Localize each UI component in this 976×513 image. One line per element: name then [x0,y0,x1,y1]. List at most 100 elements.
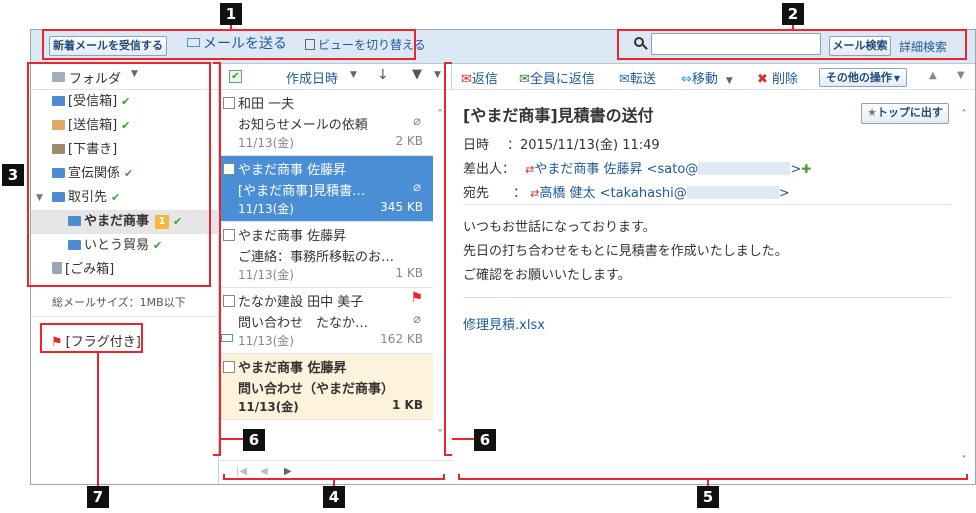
mail-size: 2 KB [395,134,423,148]
mail-checkbox[interactable] [223,97,235,109]
annotation-label-4: 4 [323,486,345,508]
reply-label: 返信 [471,72,498,87]
reply-button[interactable]: ✉返信 [461,68,498,87]
mail-checkbox[interactable] [223,295,235,307]
to-address-link[interactable]: 高橋 健太 <takahashi@ [539,186,686,201]
chevron-up-icon[interactable]: ˆ [437,108,443,122]
annotation-label-7: 7 [87,486,109,508]
chevron-down-icon[interactable]: ▼ [434,70,441,80]
chevron-down-icon: ▼ [893,74,901,83]
mail-size: 345 KB [380,200,423,214]
annotation-label-3: 3 [2,164,24,186]
mail-sender: やまだ商事 佐藤昇 [238,361,347,376]
chevron-down-icon: ▼ [725,76,733,86]
divider [463,297,951,298]
forward-label: 転送 [629,72,656,87]
mail-subject: 問い合わせ（やまだ商事） [238,382,395,397]
date-label: 日時 [463,138,490,153]
mail-sender: やまだ商事 佐藤昇 [238,163,347,178]
annotation-line-1 [230,25,232,29]
flag-icon[interactable]: ⚑ [410,290,423,306]
delete-icon: ✖ [757,72,768,87]
mail-subject: [やまだ商事]見積書… [238,184,366,199]
other-operations-label: その他の操作 [825,71,892,84]
other-operations-button[interactable]: その他の操作 ▼ [819,68,907,87]
reply-all-button[interactable]: ✉全員に返信 [519,68,595,87]
annotation-line-7 [97,353,99,486]
mail-date: 11/13(金) [238,268,294,282]
reply-all-label: 全員に返信 [529,72,595,87]
annotation-line-6a [221,438,243,440]
annotation-box-2 [617,29,967,60]
annotation-line-2 [792,25,794,29]
mail-list-pager: |◀ ◀ ▶ [220,460,452,484]
sort-descending-icon[interactable]: ↓ [377,67,389,83]
forward-button[interactable]: ✉転送 [619,68,656,87]
from-label: 差出人： [463,162,516,177]
pin-to-top-label: トップに出す [876,106,943,119]
attachment-link[interactable]: 修理見積.xlsx [463,314,545,333]
mail-checkbox[interactable] [223,229,235,241]
filter-icon[interactable]: ▼ [412,67,422,82]
mail-list-item[interactable]: やまだ商事 佐藤昇 ご連絡：事務所移転のお… 11/13(金) 1 KB [220,222,433,288]
divider [31,316,219,317]
mail-subject: お知らせメールの依頼 [238,118,368,133]
mail-sender: 和田 一夫 [238,97,295,112]
annotation-box-3 [27,62,211,287]
chevron-down-icon[interactable]: ˇ [961,454,967,468]
chevron-up-icon[interactable]: ˆ [961,108,967,122]
mail-checkbox[interactable] [223,361,235,373]
annotation-label-5: 5 [697,486,719,508]
delete-button[interactable]: ✖ 削除 [757,68,798,87]
attachment-icon: ⌀ [413,114,421,129]
to-address-end: > [778,186,790,201]
mail-date-row: 日時 ：2015/11/13(金) 11:49 [463,134,660,153]
pin-to-top-button[interactable]: ★トップに出す [861,103,949,124]
mail-body: いつもお世話になっております。 先日の打ち合わせをもとに見積書を作成いたしました… [463,216,788,288]
reply-icon: ✉ [461,72,472,87]
to-label: 宛先 [463,186,490,201]
annotation-label-1: 1 [220,3,242,25]
contact-icon: ⇄ [525,163,535,176]
mail-list-item-selected[interactable]: やまだ商事 佐藤昇 [やまだ商事]見積書… ⌀ 11/13(金) 345 KB [220,156,433,222]
mail-subject-heading: [やまだ商事]見積書の送付 [463,106,654,125]
move-label: 移動 [691,72,718,87]
to-colon: ： [513,186,527,201]
mail-list-item[interactable]: たなか建設 田中 美子 ⚑ 問い合わせ たなか… ⌀ 11/13(金) 162 … [220,288,433,354]
mail-from-row: 差出人： ⇄やまだ商事 佐藤昇 <sato@ >✚ [463,158,811,177]
mail-list-item-unread[interactable]: やまだ商事 佐藤昇 問い合わせ（やまだ商事） 11/13(金) 1 KB [220,354,433,420]
divider [463,204,951,205]
next-mail-icon[interactable]: ▼ [957,70,965,81]
mail-date: 11/13(金) [238,202,294,216]
add-contact-icon[interactable]: ✚ [801,162,811,176]
mail-subject: ご連絡：事務所移転のお… [238,250,395,265]
sort-by-date-button[interactable]: 作成日時 [286,68,338,87]
from-address-link[interactable]: やまだ商事 佐藤昇 <sato@ [534,162,698,177]
preview-toolbar: ✉返信 ✉全員に返信 ✉転送 ⇔移動 ▼ ✖ 削除 その他の操作 ▼ ▲ ▼ [453,64,975,90]
attachment-icon: ⌀ [413,312,421,327]
preview-scrollbar[interactable]: ˆ ˇ [957,90,975,484]
forward-icon: ✉ [619,72,630,87]
mail-checkbox[interactable] [223,163,235,175]
annotation-box-6a [213,62,221,456]
body-line: いつもお世話になっております。 [463,220,656,235]
mail-list-header: ✔ 作成日時 ▼ ↓ ▼ ▼ [220,64,452,90]
reply-all-icon: ✉ [519,72,530,87]
mail-sender: やまだ商事 佐藤昇 [238,229,347,244]
from-address-end: > [790,162,802,177]
redacted-email [698,162,791,175]
previous-mail-icon[interactable]: ▲ [929,70,937,81]
move-button[interactable]: ⇔移動 ▼ [681,68,733,87]
select-all-checkbox[interactable]: ✔ [229,70,242,83]
mail-list-item[interactable]: 和田 一夫 お知らせメールの依頼 ⌀ 11/13(金) 2 KB [220,90,433,156]
body-line: ご確認をお願いいたします。 [463,268,631,283]
annotation-label-6b: 6 [474,429,496,451]
annotation-line-6b [452,438,474,440]
mail-size: 1 KB [395,266,423,280]
mail-list-pane: ✔ 作成日時 ▼ ↓ ▼ ▼ 和田 一夫 お知らせメールの依頼 ⌀ 11/13(… [220,64,452,484]
annotation-box-6b [444,62,452,456]
chevron-down-icon[interactable]: ▼ [350,70,357,80]
total-mail-size: 総メールサイズ：1MB以下 [52,296,186,309]
chevron-down-icon[interactable]: ˇ [437,428,443,442]
redacted-email [686,186,779,199]
